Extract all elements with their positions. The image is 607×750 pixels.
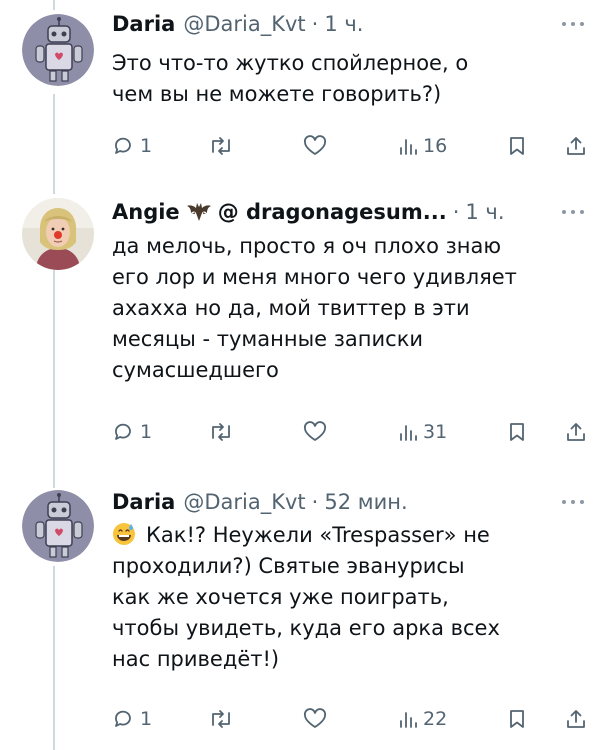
reply-icon [115, 137, 131, 154]
retweet-icon [212, 137, 230, 155]
tweet[interactable]: Daria @Daria_Kvt · 52 мин. Как!? Неужели… [0, 482, 607, 750]
more-dots-icon [562, 500, 584, 504]
retweet-icon [212, 710, 230, 728]
timestamp[interactable]: 52 мин. [324, 490, 407, 514]
text-line: как же хочется уже поиграть, [112, 585, 449, 609]
like-button[interactable] [302, 417, 328, 447]
reply-icon [115, 710, 131, 727]
views-button[interactable]: 16 [397, 131, 447, 161]
text-line: Это что-то жутко спойлерное, о [112, 51, 469, 75]
reply-thread: Daria @Daria_Kvt · 1 ч. Это что-то жутко… [0, 0, 607, 750]
retweet-button[interactable] [208, 417, 234, 447]
text-line: нас приведёт!) [112, 647, 280, 671]
timestamp[interactable]: 1 ч. [465, 200, 504, 224]
text-line: проходили?) Святые эванурисы [112, 554, 465, 578]
display-name[interactable]: Daria [112, 12, 175, 36]
views-chart-icon [400, 139, 417, 155]
avatar[interactable] [22, 198, 94, 270]
heart-icon [303, 135, 327, 155]
display-name[interactable]: Angie [112, 200, 180, 224]
separator-dot: · [311, 12, 319, 36]
tweet-text: Как!? Неужели «Trespasser» не проходили?… [112, 520, 573, 675]
robot-avatar-icon [22, 490, 94, 562]
reply-button[interactable]: 1 [112, 417, 152, 447]
clown-nose-avatar-icon [22, 198, 94, 270]
share-icon [567, 137, 585, 155]
views-chart-icon [400, 712, 417, 728]
text-line: чем вы не можете говорить?) [112, 82, 442, 106]
action-bar: 1 31 [112, 417, 598, 447]
user-handle[interactable]: @Daria_Kvt [183, 12, 305, 36]
bookmark-icon [510, 423, 524, 441]
grinning-sweat-emoji-icon [113, 523, 135, 545]
views-button[interactable]: 31 [397, 417, 447, 447]
more-options-button[interactable] [557, 14, 589, 34]
separator-dot: · [311, 490, 319, 514]
action-bar: 1 16 [112, 131, 598, 161]
action-bar: 1 22 [112, 704, 598, 734]
bookmark-button[interactable] [506, 417, 528, 447]
tweet[interactable]: Angie @ dragonagesum... · 1 ч. да мелочь… [0, 182, 607, 482]
text-line: ахахха но да, мой твиттер в эти [112, 296, 470, 320]
tweet-header: Daria @Daria_Kvt · 1 ч. [112, 10, 537, 38]
tweet-text: да мелочь, просто я оч плохо знаю его ло… [112, 231, 573, 386]
avatar[interactable] [22, 490, 94, 562]
display-name[interactable]: Daria [112, 490, 175, 514]
like-button[interactable] [302, 131, 328, 161]
views-chart-icon [400, 425, 417, 441]
share-icon [567, 710, 585, 728]
text-line: его лор и меня много чего удивляет [112, 265, 517, 289]
tweet-header: Daria @Daria_Kvt · 52 мин. [112, 488, 537, 516]
share-button[interactable] [564, 417, 588, 447]
text-line: сумасшедшего [112, 358, 279, 382]
share-icon [567, 423, 585, 441]
retweet-icon [212, 423, 230, 441]
user-handle[interactable]: @Daria_Kvt [183, 490, 305, 514]
avatar[interactable] [22, 14, 94, 86]
heart-icon [303, 421, 327, 441]
reply-count: 1 [140, 421, 153, 443]
reply-count: 1 [140, 708, 153, 730]
text-line: месяцы - туманные записки [112, 327, 424, 351]
text-line: Как!? Неужели «Trespasser» не [112, 520, 573, 551]
reply-button[interactable]: 1 [112, 704, 152, 734]
user-handle[interactable]: @ dragonagesum... [218, 200, 447, 224]
share-button[interactable] [564, 131, 588, 161]
more-dots-icon [562, 22, 584, 26]
bookmark-icon [510, 710, 524, 728]
bookmark-icon [510, 137, 524, 155]
robot-avatar-icon [22, 14, 94, 86]
tweet[interactable]: Daria @Daria_Kvt · 1 ч. Это что-то жутко… [0, 0, 607, 182]
more-dots-icon [562, 210, 584, 214]
views-count: 31 [423, 421, 448, 443]
like-button[interactable] [302, 704, 328, 734]
text-line-content: Как!? Неужели «Trespasser» не [146, 523, 490, 547]
tweet-header: Angie @ dragonagesum... · 1 ч. [112, 198, 537, 226]
retweet-button[interactable] [208, 704, 234, 734]
reply-count: 1 [140, 135, 153, 157]
text-line: чтобы увидеть, куда его арка всех [112, 616, 500, 640]
more-options-button[interactable] [557, 202, 589, 222]
views-count: 22 [423, 708, 448, 730]
separator-dot: · [452, 200, 460, 224]
share-button[interactable] [564, 704, 588, 734]
views-button[interactable]: 22 [397, 704, 447, 734]
bat-icon [186, 201, 212, 223]
more-options-button[interactable] [557, 492, 589, 512]
tweet-text: Это что-то жутко спойлерное, о чем вы не… [112, 48, 573, 110]
text-line: да мелочь, просто я оч плохо знаю [112, 234, 502, 258]
bookmark-button[interactable] [506, 704, 528, 734]
reply-button[interactable]: 1 [112, 131, 152, 161]
heart-icon [303, 708, 327, 728]
bookmark-button[interactable] [506, 131, 528, 161]
retweet-button[interactable] [208, 131, 234, 161]
timestamp[interactable]: 1 ч. [324, 12, 363, 36]
reply-icon [115, 423, 131, 440]
views-count: 16 [423, 135, 448, 157]
